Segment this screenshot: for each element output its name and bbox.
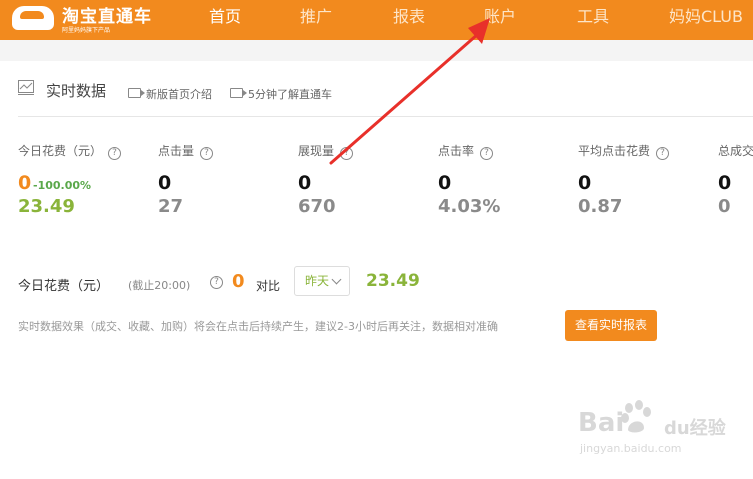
help-icon[interactable]: ? (210, 276, 223, 289)
nav-home[interactable]: 首页 (209, 0, 241, 40)
divider (18, 116, 753, 117)
metric-label-clicks: 点击量? (158, 142, 214, 160)
metric-prev-clicks: 27 (158, 196, 184, 217)
metric-prev-ctr: 4.03% (438, 196, 501, 217)
metric-value-clicks: 0 (158, 172, 172, 194)
metric-prev-cpc: 0.87 (578, 196, 623, 217)
nav-account[interactable]: 账户 (484, 0, 516, 40)
view-realtime-report-button[interactable]: 查看实时报表 (565, 310, 657, 341)
metric-change-spend: -100.00% (33, 179, 92, 192)
help-icon[interactable]: ? (656, 147, 670, 160)
car-icon (12, 6, 54, 30)
chevron-down-icon (331, 274, 342, 285)
metric-label-text: 今日花费（元） (18, 144, 103, 158)
help-icon[interactable]: ? (480, 147, 494, 160)
metric-prev-impressions: 670 (298, 196, 336, 217)
header-spacer (0, 40, 753, 61)
today-spend-label: 今日花费（元） (18, 279, 110, 294)
metric-value-ctr: 0 (438, 172, 452, 194)
top-nav-bar: 淘宝直通车 阿里妈妈旗下产品 首页 推广 报表 账户 工具 妈妈CLUB (0, 0, 753, 40)
metric-label-spend: 今日花费（元）? (18, 142, 122, 160)
metric-prev-spend: 23.49 (18, 196, 75, 217)
metric-label-total-deals: 总成交 (718, 142, 753, 159)
line-chart-icon (18, 80, 34, 95)
help-icon[interactable]: ? (200, 147, 214, 160)
metric-label-impressions: 展现量? (298, 142, 354, 160)
video-icon (230, 88, 247, 98)
metric-label-text: 展现量 (298, 144, 335, 158)
metric-label-text: 平均点击花费 (578, 144, 651, 158)
logo-subtitle: 阿里妈妈旗下产品 (62, 27, 111, 34)
metric-value-total-deals: 0 (718, 172, 732, 194)
logo-title: 淘宝直通车 (62, 7, 152, 27)
nav-promotion[interactable]: 推广 (300, 0, 332, 40)
tutorial-link-text: 5分钟了解直通车 (248, 88, 332, 101)
watermark-site: jingyan.baidu.com (580, 442, 682, 455)
intro-link-text: 新版首页介绍 (146, 88, 212, 101)
metric-label-text: 点击率 (438, 144, 475, 158)
watermark: Bai du经验 jingyan.baidu.com (578, 400, 728, 460)
today-spend-value: 0 (232, 271, 245, 292)
compare-value: 23.49 (366, 271, 420, 291)
compare-select-value: 昨天 (305, 274, 330, 288)
deadline-text: (截止20:00) (128, 279, 191, 292)
metric-label-text: 总成交 (718, 144, 753, 158)
watermark-brand: Bai (578, 408, 625, 438)
intro-video-link[interactable]: 新版首页介绍 (128, 86, 212, 102)
realtime-note: 实时数据效果（成交、收藏、加购）将会在点击后持续产生，建议2-3小时后再关注，数… (18, 320, 498, 333)
metric-value-impressions: 0 (298, 172, 312, 194)
nav-reports[interactable]: 报表 (393, 0, 425, 40)
help-icon[interactable]: ? (108, 147, 122, 160)
nav-tools[interactable]: 工具 (577, 0, 609, 40)
metric-label-cpc: 平均点击花费? (578, 142, 670, 160)
paw-icon (621, 400, 651, 433)
metric-value-spend: 0 (18, 172, 32, 194)
tutorial-video-link[interactable]: 5分钟了解直通车 (230, 86, 332, 102)
video-icon (128, 88, 145, 98)
help-icon[interactable]: ? (340, 147, 354, 160)
section-title: 实时数据 (46, 82, 107, 100)
metric-value-cpc: 0 (578, 172, 592, 194)
logo[interactable]: 淘宝直通车 阿里妈妈旗下产品 (12, 2, 162, 38)
metric-prev-total-deals: 0 (718, 196, 731, 217)
watermark-jingyan: du经验 (664, 418, 726, 439)
metric-label-ctr: 点击率? (438, 142, 494, 160)
metric-label-text: 点击量 (158, 144, 195, 158)
nav-mama-club[interactable]: 妈妈CLUB (669, 0, 743, 40)
compare-day-select[interactable]: 昨天 (294, 266, 350, 296)
compare-label: 对比 (256, 279, 281, 293)
